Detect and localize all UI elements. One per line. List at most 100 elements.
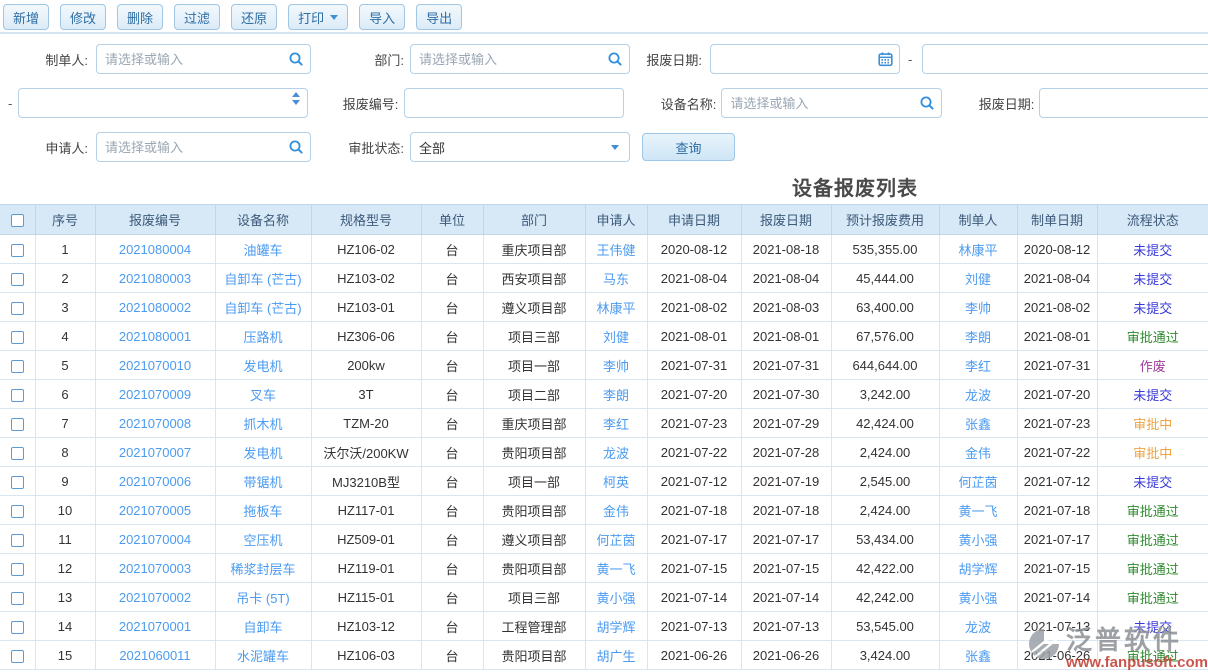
applicant-link[interactable]: 胡学辉 (585, 612, 647, 641)
scrap-code-link[interactable]: 2021070003 (95, 554, 215, 583)
applicant-link[interactable]: 黄一飞 (585, 554, 647, 583)
row-checkbox[interactable] (11, 389, 24, 402)
maker-link[interactable]: 李朗 (939, 322, 1017, 351)
equipment-name-link[interactable]: 吊卡 (5T) (215, 583, 311, 612)
scrap-code-link[interactable]: 2021080001 (95, 322, 215, 351)
scrap-code-link[interactable]: 2021070009 (95, 380, 215, 409)
scrap-code-input[interactable] (404, 88, 624, 118)
applicant-link[interactable]: 何芷茵 (585, 525, 647, 554)
equipment-name-link[interactable]: 叉车 (215, 380, 311, 409)
maker-link[interactable]: 龙波 (939, 380, 1017, 409)
scrap-date2-start-input[interactable] (1039, 88, 1208, 118)
equipment-name-link[interactable]: 自卸车 (芒古) (215, 264, 311, 293)
search-icon[interactable] (288, 51, 304, 67)
equipment-name-link[interactable]: 油罐车 (215, 235, 311, 264)
scrap-code-link[interactable]: 2021070001 (95, 612, 215, 641)
equipment-name-link[interactable]: 带锯机 (215, 467, 311, 496)
equipment-name-link[interactable]: 发电机 (215, 438, 311, 467)
applicant-link[interactable]: 李红 (585, 409, 647, 438)
applicant-link[interactable]: 王伟健 (585, 235, 647, 264)
scrap-code-link[interactable]: 2021070008 (95, 409, 215, 438)
row-checkbox[interactable] (11, 650, 24, 663)
import-button[interactable]: 导入 (359, 4, 405, 30)
maker-link[interactable]: 何芷茵 (939, 467, 1017, 496)
spinner-control[interactable] (292, 92, 300, 105)
scrap-code-link[interactable]: 2021080004 (95, 235, 215, 264)
applicant-link[interactable]: 金伟 (585, 496, 647, 525)
scrap-code-link[interactable]: 2021070010 (95, 351, 215, 380)
scrap-code-link[interactable]: 2021080003 (95, 264, 215, 293)
maker-link[interactable]: 黄小强 (939, 525, 1017, 554)
export-button[interactable]: 导出 (416, 4, 462, 30)
maker-link[interactable]: 张鑫 (939, 641, 1017, 670)
applicant-link[interactable]: 李帅 (585, 351, 647, 380)
scrap-code-link[interactable]: 2021070007 (95, 438, 215, 467)
dept-input[interactable] (410, 44, 630, 74)
number-range-end-input[interactable] (18, 88, 308, 118)
maker-link[interactable]: 张鑫 (939, 409, 1017, 438)
applicant-link[interactable]: 林康平 (585, 293, 647, 322)
calendar-icon[interactable] (878, 52, 893, 67)
search-icon[interactable] (288, 139, 304, 155)
maker-link[interactable]: 胡学辉 (939, 554, 1017, 583)
maker-link[interactable]: 李帅 (939, 293, 1017, 322)
maker-link[interactable]: 龙波 (939, 612, 1017, 641)
maker-link[interactable]: 黄小强 (939, 583, 1017, 612)
row-checkbox[interactable] (11, 302, 24, 315)
filter-button[interactable]: 过滤 (174, 4, 220, 30)
scrap-code-link[interactable]: 2021070002 (95, 583, 215, 612)
maker-link[interactable]: 黄一飞 (939, 496, 1017, 525)
row-checkbox[interactable] (11, 418, 24, 431)
scrap-date-end-input[interactable] (922, 44, 1208, 74)
delete-button[interactable]: 删除 (117, 4, 163, 30)
applicant-link[interactable]: 黄小强 (585, 583, 647, 612)
select-all-checkbox[interactable] (11, 214, 24, 227)
equipment-name-link[interactable]: 抓木机 (215, 409, 311, 438)
row-checkbox[interactable] (11, 447, 24, 460)
scrap-code-link[interactable]: 2021080002 (95, 293, 215, 322)
row-checkbox[interactable] (11, 621, 24, 634)
applicant-link[interactable]: 李朗 (585, 380, 647, 409)
query-button[interactable]: 查询 (642, 133, 735, 161)
applicant-link[interactable]: 龙波 (585, 438, 647, 467)
row-checkbox[interactable] (11, 244, 24, 257)
equipment-name-link[interactable]: 拖板车 (215, 496, 311, 525)
edit-button[interactable]: 修改 (60, 4, 106, 30)
applicant-input[interactable] (96, 132, 311, 162)
scrap-date-start-input[interactable] (710, 44, 900, 74)
scrap-code-link[interactable]: 2021060011 (95, 641, 215, 670)
maker-link[interactable]: 刘健 (939, 264, 1017, 293)
restore-button[interactable]: 还原 (231, 4, 277, 30)
scrap-code-link[interactable]: 2021070005 (95, 496, 215, 525)
equipment-name-link[interactable]: 空压机 (215, 525, 311, 554)
maker-link[interactable]: 林康平 (939, 235, 1017, 264)
row-checkbox[interactable] (11, 331, 24, 344)
row-checkbox[interactable] (11, 476, 24, 489)
row-checkbox[interactable] (11, 505, 24, 518)
equipment-input[interactable] (721, 88, 942, 118)
maker-link[interactable]: 金伟 (939, 438, 1017, 467)
maker-input[interactable] (96, 44, 311, 74)
print-button[interactable]: 打印 (288, 4, 348, 30)
row-checkbox[interactable] (11, 534, 24, 547)
equipment-name-link[interactable]: 自卸车 (215, 612, 311, 641)
row-checkbox[interactable] (11, 273, 24, 286)
applicant-link[interactable]: 马东 (585, 264, 647, 293)
scrap-code-link[interactable]: 2021070006 (95, 467, 215, 496)
approval-status-select[interactable]: 全部 (410, 132, 630, 162)
equipment-name-link[interactable]: 自卸车 (芒古) (215, 293, 311, 322)
equipment-name-link[interactable]: 水泥罐车 (215, 641, 311, 670)
row-checkbox[interactable] (11, 360, 24, 373)
equipment-name-link[interactable]: 稀浆封层车 (215, 554, 311, 583)
applicant-link[interactable]: 刘健 (585, 322, 647, 351)
add-button[interactable]: 新增 (3, 4, 49, 30)
spinner-down-icon[interactable] (292, 100, 300, 105)
maker-link[interactable]: 李红 (939, 351, 1017, 380)
applicant-link[interactable]: 柯英 (585, 467, 647, 496)
search-icon[interactable] (919, 95, 935, 111)
scrap-code-link[interactable]: 2021070004 (95, 525, 215, 554)
spinner-up-icon[interactable] (292, 92, 300, 97)
equipment-name-link[interactable]: 发电机 (215, 351, 311, 380)
search-icon[interactable] (607, 51, 623, 67)
applicant-link[interactable]: 胡广生 (585, 641, 647, 670)
